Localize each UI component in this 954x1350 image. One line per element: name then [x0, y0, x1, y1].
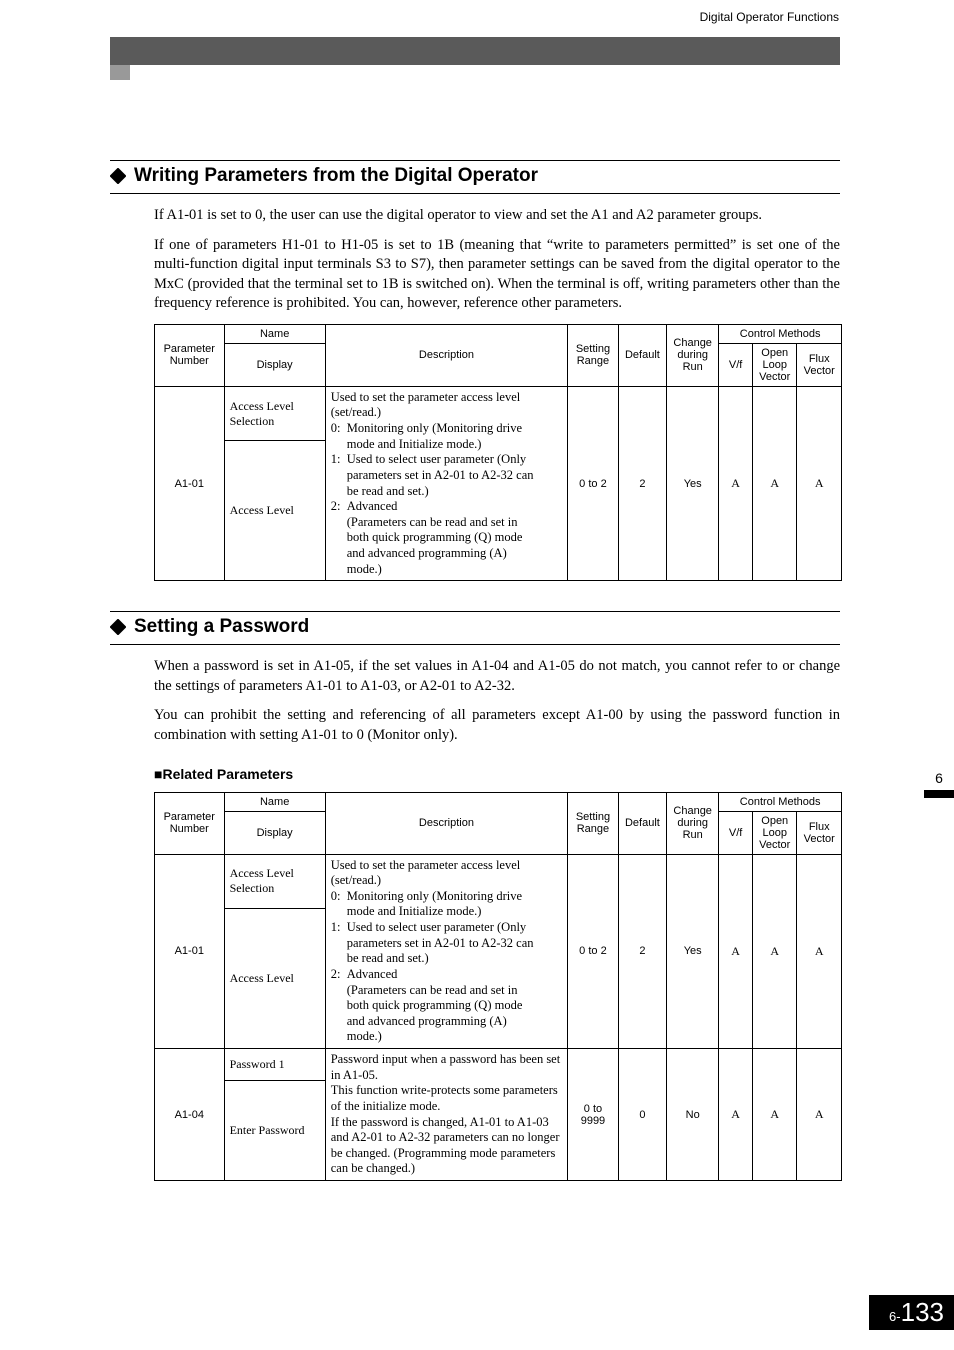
th-name: Name — [224, 324, 325, 343]
th-sr: Setting Range — [568, 324, 619, 386]
cell-name: Password 1 — [224, 1049, 325, 1081]
th-flux: Flux Vector — [797, 811, 842, 854]
desc-intro: Used to set the parameter access level (… — [331, 858, 521, 888]
th-chg: Change during Run — [667, 324, 719, 386]
cell-sr: 0 to 9999 — [568, 1049, 619, 1181]
parameter-table: Parameter Number Name Description Settin… — [154, 792, 842, 1182]
cell-vf: A — [719, 386, 753, 581]
cell-flux: A — [797, 1049, 842, 1181]
cell-olv: A — [753, 1049, 797, 1181]
desc-item: Monitoring only (Monitoring drive mode a… — [347, 889, 537, 920]
th-chg: Change during Run — [667, 792, 719, 854]
paragraph: When a password is set in A1-05, if the … — [154, 657, 840, 696]
cell-chg: No — [667, 1049, 719, 1181]
cell-def: 2 — [618, 386, 666, 581]
divider — [110, 160, 840, 161]
cell-vf: A — [719, 854, 753, 1049]
cell-desc: Used to set the parameter access level (… — [325, 854, 567, 1049]
paragraph: If A1-01 is set to 0, the user can use t… — [154, 206, 840, 226]
th-olv: Open Loop Vector — [753, 343, 797, 386]
chapter-bar — [924, 790, 954, 798]
th-desc: Description — [325, 792, 567, 854]
desc-item: Used to select user parameter (Only para… — [347, 452, 537, 499]
section-heading: Writing Parameters from the Digital Oper… — [110, 165, 840, 194]
page-badge: 6- 133 — [869, 1295, 954, 1330]
th-def: Default — [618, 792, 666, 854]
cell-olv: A — [753, 386, 797, 581]
cell-param: A1-01 — [155, 854, 225, 1049]
cell-display: Enter Password — [224, 1081, 325, 1181]
desc-item: Advanced (Parameters can be read and set… — [347, 967, 537, 1045]
cell-sr: 0 to 2 — [568, 854, 619, 1049]
th-param: Parameter Number — [155, 324, 225, 386]
parameter-table: Parameter Number Name Description Settin… — [154, 324, 842, 582]
th-sr: Setting Range — [568, 792, 619, 854]
cell-flux: A — [797, 854, 842, 1049]
cell-name: Access Level Selection — [224, 854, 325, 909]
th-display: Display — [224, 343, 325, 386]
cell-display: Access Level — [224, 441, 325, 581]
section-title: Setting a Password — [134, 616, 309, 638]
cell-display: Access Level — [224, 909, 325, 1049]
section-title: Writing Parameters from the Digital Oper… — [134, 165, 538, 187]
th-olv: Open Loop Vector — [753, 811, 797, 854]
section-heading: Setting a Password — [110, 616, 840, 645]
cell-olv: A — [753, 854, 797, 1049]
cell-param: A1-01 — [155, 386, 225, 581]
diamond-icon — [110, 619, 126, 635]
chapter-marker: 6 — [924, 770, 954, 798]
diamond-icon — [110, 168, 126, 184]
cell-flux: A — [797, 386, 842, 581]
cell-desc: Password input when a password has been … — [325, 1049, 567, 1181]
header-bar — [110, 37, 840, 65]
th-def: Default — [618, 324, 666, 386]
th-desc: Description — [325, 324, 567, 386]
desc-item: Used to select user parameter (Only para… — [347, 920, 537, 967]
paragraph: If one of parameters H1-01 to H1-05 is s… — [154, 236, 840, 314]
desc-intro: Used to set the parameter access level (… — [331, 390, 521, 420]
page-content: Writing Parameters from the Digital Oper… — [110, 160, 840, 1211]
desc-item: Monitoring only (Monitoring drive mode a… — [347, 421, 537, 452]
cell-def: 2 — [618, 854, 666, 1049]
page-number: 133 — [901, 1297, 944, 1328]
cell-def: 0 — [618, 1049, 666, 1181]
th-cm: Control Methods — [719, 324, 842, 343]
chapter-number: 6 — [924, 770, 954, 786]
th-param: Parameter Number — [155, 792, 225, 854]
cell-desc: Used to set the parameter access level (… — [325, 386, 567, 581]
table-row: A1-01 Access Level Selection Used to set… — [155, 854, 842, 909]
paragraph: You can prohibit the setting and referen… — [154, 706, 840, 745]
cell-chg: Yes — [667, 854, 719, 1049]
cell-name: Access Level Selection — [224, 386, 325, 441]
cell-chg: Yes — [667, 386, 719, 581]
header-category: Digital Operator Functions — [700, 10, 839, 24]
th-vf: V/f — [719, 811, 753, 854]
th-cm: Control Methods — [719, 792, 842, 811]
th-display: Display — [224, 811, 325, 854]
th-name: Name — [224, 792, 325, 811]
cell-vf: A — [719, 1049, 753, 1181]
page-prefix: 6- — [889, 1309, 901, 1324]
th-flux: Flux Vector — [797, 343, 842, 386]
cell-sr: 0 to 2 — [568, 386, 619, 581]
divider — [110, 611, 840, 612]
table-row: A1-01 Access Level Selection Used to set… — [155, 386, 842, 441]
cell-param: A1-04 — [155, 1049, 225, 1181]
th-vf: V/f — [719, 343, 753, 386]
header-tab — [110, 65, 130, 80]
desc-item: Advanced (Parameters can be read and set… — [347, 499, 537, 577]
table-row: A1-04 Password 1 Password input when a p… — [155, 1049, 842, 1081]
subheading: ■Related Parameters — [154, 766, 840, 782]
